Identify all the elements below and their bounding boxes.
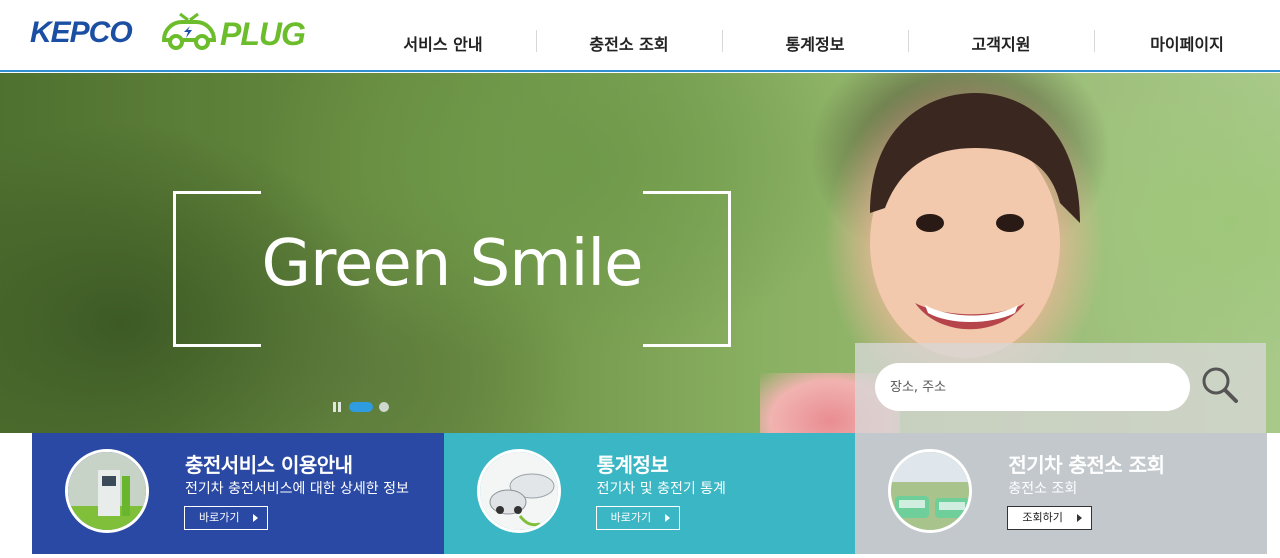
station-search-box[interactable]: 전기차 충전소 조회 충전소 조회 조회하기: [855, 433, 1268, 554]
service-guide-button[interactable]: 바로가기: [184, 506, 269, 530]
main-nav: 서비스 안내 충전소 조회 통계정보 고객지원 마이페이지: [350, 0, 1280, 72]
chevron-right-icon: [665, 514, 671, 522]
chevron-right-icon: [1076, 514, 1082, 522]
search-icon[interactable]: [1200, 365, 1240, 405]
station-search-title: 전기차 충전소 조회: [1008, 453, 1165, 477]
hero-title-frame: Green Smile: [173, 191, 731, 347]
ev-cars-photo: [476, 449, 561, 533]
quick-links: 충전서비스 이용안내 전기차 충전서비스에 대한 상세한 정보 바로가기 통계정…: [32, 433, 1268, 554]
hero-banner: Green Smile: [0, 73, 1280, 433]
station-search-button-label: 조회하기: [1022, 511, 1063, 524]
service-guide-box[interactable]: 충전서비스 이용안내 전기차 충전서비스에 대한 상세한 정보 바로가기: [32, 433, 444, 554]
nav-item-service[interactable]: 서비스 안내: [350, 0, 536, 72]
search-panel: [855, 343, 1266, 433]
service-guide-title: 충전서비스 이용안내: [185, 453, 353, 477]
ev-car-plug-icon: [161, 12, 217, 50]
service-guide-button-label: 바로가기: [199, 511, 240, 524]
search-input[interactable]: [875, 363, 1190, 411]
charging-station-photo: [888, 449, 973, 533]
service-guide-desc: 전기차 충전서비스에 대한 상세한 정보: [185, 481, 409, 497]
nav-item-mypage[interactable]: 마이페이지: [1094, 0, 1280, 72]
station-search-button[interactable]: 조회하기: [1007, 506, 1092, 530]
chevron-right-icon: [253, 514, 259, 522]
statistics-box[interactable]: 통계정보 전기차 및 충전기 통계 바로가기: [443, 433, 856, 554]
nav-item-station-search[interactable]: 충전소 조회: [536, 0, 722, 72]
statistics-button[interactable]: 바로가기: [595, 506, 681, 530]
charger-photo: [65, 449, 149, 533]
statistics-desc: 전기차 및 충전기 통계: [596, 481, 726, 497]
station-search-desc: 충전소 조회: [1008, 481, 1078, 497]
slider-controls: [333, 402, 389, 412]
slider-dot-2[interactable]: [379, 402, 389, 412]
kepco-plug-logo[interactable]: KEPCO PLUG: [30, 8, 330, 58]
site-header: KEPCO PLUG 서비스 안내 충전소 조회 통계정보 고객지원 마이페이지: [0, 0, 1280, 72]
hero-title: Green Smile: [261, 227, 643, 301]
nav-item-support[interactable]: 고객지원: [908, 0, 1094, 72]
pause-icon[interactable]: [333, 402, 343, 412]
nav-item-statistics[interactable]: 통계정보: [722, 0, 908, 72]
logo-plug-text: PLUG: [220, 16, 306, 52]
statistics-button-label: 바로가기: [610, 511, 652, 524]
slider-dot-1[interactable]: [349, 402, 373, 412]
statistics-title: 통계정보: [596, 453, 669, 477]
logo-kepco-text: KEPCO: [30, 16, 133, 49]
